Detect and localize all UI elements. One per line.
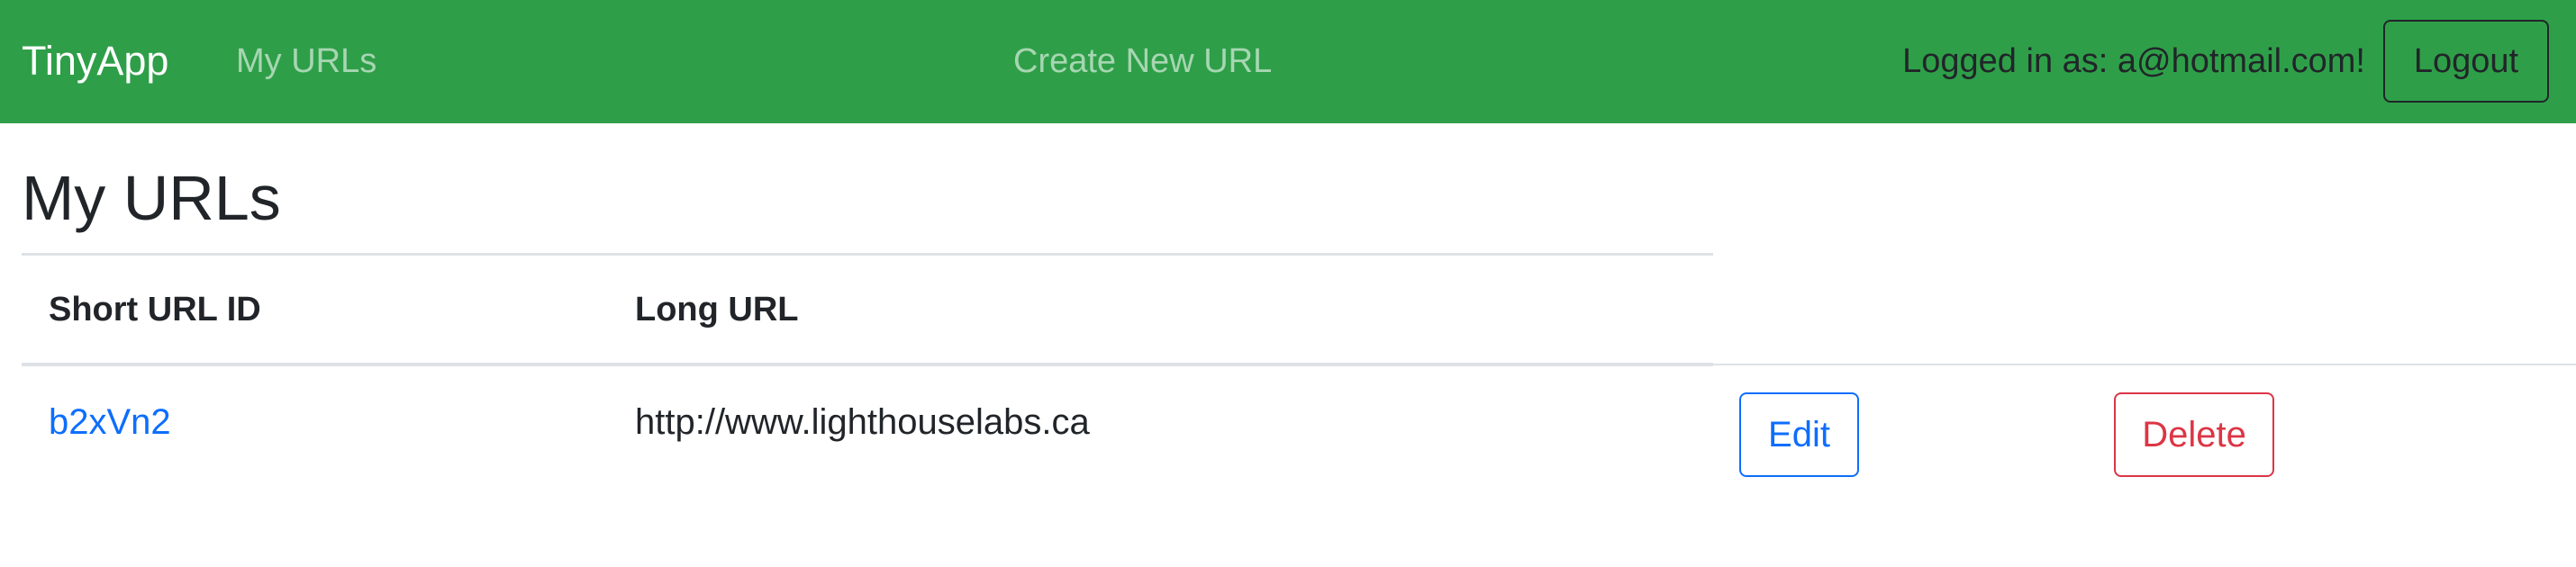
logout-button[interactable]: Logout — [2383, 20, 2549, 103]
navbar: TinyApp My URLs Create New URL Logged in… — [0, 0, 2576, 123]
nav-link-my-urls[interactable]: My URLs — [236, 40, 376, 83]
delete-button[interactable]: Delete — [2114, 392, 2274, 477]
table-top-border — [22, 253, 1713, 256]
long-url-text: http://www.lighthouselabs.ca — [635, 402, 1090, 442]
table-header-divider — [22, 363, 1713, 366]
brand-link[interactable]: TinyApp — [22, 38, 168, 85]
page-title: My URLs — [22, 163, 281, 233]
edit-button[interactable]: Edit — [1739, 392, 1859, 477]
table-header-divider-extension — [1713, 364, 2576, 365]
column-header-long-url: Long URL — [635, 291, 799, 328]
short-url-link[interactable]: b2xVn2 — [49, 400, 171, 445]
logged-in-status: Logged in as: a@hotmail.com! — [1902, 42, 2365, 80]
column-header-short-url-id: Short URL ID — [49, 291, 261, 328]
nav-link-create-new-url[interactable]: Create New URL — [1013, 40, 1272, 83]
